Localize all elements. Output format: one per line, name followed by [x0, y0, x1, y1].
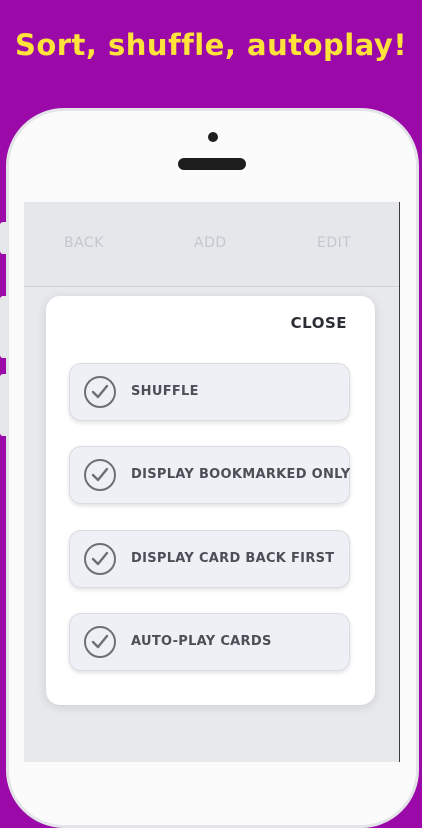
check-icon [84, 376, 116, 408]
check-icon [84, 543, 116, 575]
phone-side-button-volume-down [0, 374, 8, 436]
option-display-bookmarked-only[interactable]: DISPLAY BOOKMARKED ONLY [69, 446, 350, 504]
option-display-card-back-first[interactable]: DISPLAY CARD BACK FIRST [69, 530, 350, 588]
add-button[interactable]: ADD [194, 235, 227, 251]
option-label: DISPLAY CARD BACK FIRST [131, 551, 335, 566]
phone-side-button-mute [0, 222, 8, 254]
option-auto-play-cards[interactable]: AUTO-PLAY CARDS [69, 613, 350, 671]
options-modal: CLOSE SHUFFLE DISPLAY BOOKMARKED ONLY DI… [46, 296, 375, 705]
edit-button[interactable]: EDIT [317, 235, 351, 251]
phone-camera [208, 132, 218, 142]
option-label: SHUFFLE [131, 384, 199, 399]
check-icon [84, 459, 116, 491]
toolbar: BACK ADD EDIT [24, 202, 399, 287]
back-button[interactable]: BACK [64, 235, 104, 251]
phone-speaker [178, 158, 246, 170]
app-screen: BACK ADD EDIT CLOSE SHUFFLE DISPLAY BOOK… [24, 202, 400, 762]
check-icon [84, 626, 116, 658]
promo-headline: Sort, shuffle, autoplay! [14, 28, 408, 62]
option-shuffle[interactable]: SHUFFLE [69, 363, 350, 421]
phone-side-button-volume-up [0, 296, 8, 358]
close-button[interactable]: CLOSE [291, 314, 347, 332]
option-label: AUTO-PLAY CARDS [131, 634, 272, 649]
option-label: DISPLAY BOOKMARKED ONLY [131, 467, 351, 482]
